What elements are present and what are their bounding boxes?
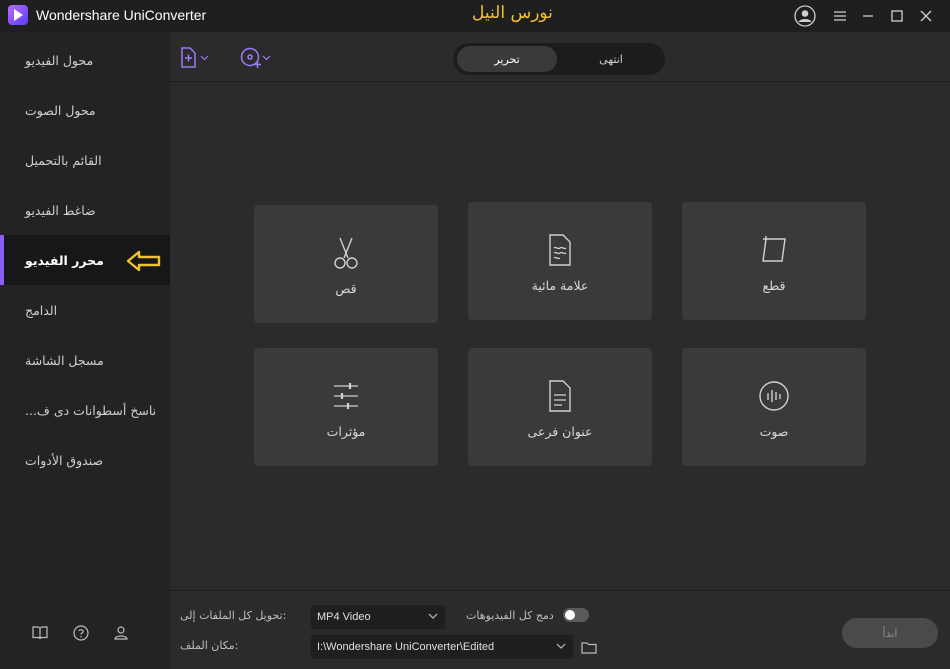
sidebar-item-video-editor[interactable]: محرر الفيديو [0,235,170,285]
chevron-down-icon [428,613,438,619]
tool-trim[interactable]: قص [254,205,438,323]
add-file-icon [181,47,196,68]
watermark-text: نورس النيل [472,3,553,23]
tool-label: صوت [759,424,789,439]
tool-effects[interactable]: مؤثرات [254,348,438,466]
tool-label: قص [335,281,357,296]
sidebar-item-label: محرر الفيديو [25,252,104,268]
tab-finished[interactable]: انتهى [561,46,661,72]
sidebar-item-label: القائم بالتحميل [25,152,102,168]
file-location-label: مكان الملف: [180,639,239,652]
effects-icon [334,383,358,409]
book-icon[interactable] [31,624,49,642]
sidebar-item-label: صندوق الأدوات [25,452,104,468]
sidebar-item-video-converter[interactable]: محول الفيديو [0,35,170,85]
convert-all-label: تحويل كل الملفات إلى: [180,609,287,622]
add-dvd-icon [240,47,261,68]
toggle-knob [565,610,575,620]
account-settings-icon[interactable] [112,624,130,642]
mode-tabs: تحرير انتهى [453,43,665,75]
sidebar-item-merger[interactable]: الدامج [0,285,170,335]
sidebar-item-label: ...ناسخ أسطوانات دى ف [25,402,157,418]
tool-label: عنوان فرعى [527,424,593,439]
format-select[interactable]: MP4 Video [311,605,445,629]
tool-label: علامة مائية [531,278,589,293]
tool-crop[interactable]: قطع [682,202,866,320]
format-value: MP4 Video [317,611,371,623]
sidebar-item-label: مسجل الشاشة [25,352,104,368]
chevron-down-icon [262,55,271,61]
toolbar: تحرير انتهى [170,32,950,82]
help-icon[interactable] [72,624,90,642]
tab-edit[interactable]: تحرير [457,46,557,72]
tool-audio[interactable]: صوت [682,348,866,466]
sidebar-item-video-compressor[interactable]: ضاغط الفيديو [0,185,170,235]
file-location-value: I:\Wondershare UniConverter\Edited [317,641,495,653]
subtitle-icon [549,380,571,412]
tool-subtitle[interactable]: عنوان فرعى [468,348,652,466]
tool-label: مؤثرات [326,424,366,439]
sidebar-item-label: محول الفيديو [25,52,94,68]
chevron-down-icon [556,643,566,649]
footer: تحويل كل الملفات إلى: MP4 Video دمج كل ا… [170,590,950,669]
sidebar-item-audio-converter[interactable]: محول الصوت [0,85,170,135]
tool-watermark[interactable]: علامة مائية [468,202,652,320]
open-folder-icon[interactable] [581,641,597,654]
add-file-button[interactable] [180,46,209,70]
sidebar-item-label: الدامج [25,302,58,318]
app-title: Wondershare UniConverter [36,7,207,23]
start-button[interactable]: ابدأ [842,618,938,648]
sidebar-item-label: ضاغط الفيديو [25,202,96,218]
audio-icon [759,381,789,411]
chevron-down-icon [200,55,209,61]
merge-videos-toggle[interactable] [563,608,589,622]
close-button[interactable] [915,5,937,27]
file-location-select[interactable]: I:\Wondershare UniConverter\Edited [311,635,573,659]
sidebar-item-label: محول الصوت [25,102,96,118]
merge-videos-label: دمج كل الفيديوهات [466,609,554,622]
sidebar-item-toolbox[interactable]: صندوق الأدوات [0,435,170,485]
app-logo-icon [8,5,28,25]
title-bar: Wondershare UniConverter نورس النيل [0,0,950,32]
menu-icon[interactable] [829,5,851,27]
minimize-button[interactable] [857,5,879,27]
sidebar-item-downloader[interactable]: القائم بالتحميل [0,135,170,185]
crop-icon [762,236,786,262]
scissors-icon [334,237,358,269]
sidebar: محول الفيديو محول الصوت القائم بالتحميل … [0,32,170,669]
sidebar-item-screen-recorder[interactable]: مسجل الشاشة [0,335,170,385]
maximize-button[interactable] [886,5,908,27]
tool-label: قطع [762,278,786,293]
watermark-icon [549,234,571,266]
annotation-arrow-icon [126,250,161,272]
account-icon[interactable] [794,5,816,27]
sidebar-item-dvd-burner[interactable]: ...ناسخ أسطوانات دى ف [0,385,170,435]
add-dvd-button[interactable] [240,46,271,70]
